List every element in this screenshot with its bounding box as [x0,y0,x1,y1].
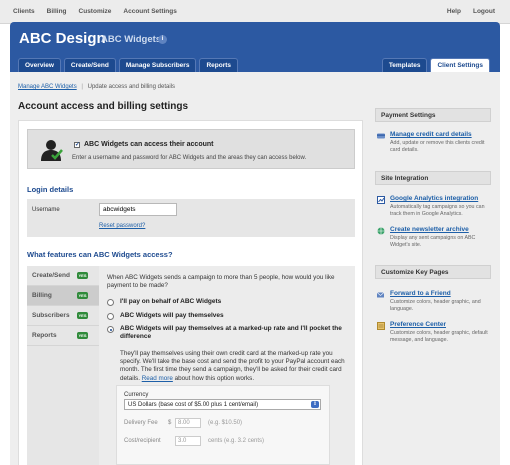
option-pay-on-behalf: I'll pay on behalf of ABC Widgets [120,298,222,305]
access-description: Enter a username and password for ABC Wi… [72,155,307,161]
analytics-icon [377,196,385,204]
top-nav: Clients Billing Customize Account Settin… [13,8,177,15]
forward-friend-link[interactable]: Forward to a Friend [390,290,451,297]
currency-box: Currency US Dollars (base cost of $5.00 … [116,385,330,465]
currency-select[interactable]: US Dollars (base cost of $5.00 plus 1 ce… [124,399,321,410]
delivery-fee-input[interactable]: 8.00 [175,418,201,428]
credit-card-icon [377,133,385,139]
topnav-account-settings[interactable]: Account Settings [123,8,176,15]
preferences-icon [377,322,385,330]
tab-overview[interactable]: Overview [18,58,61,72]
site-integration-header: Site Integration [375,171,491,185]
radio-pay-themselves[interactable] [107,313,114,320]
payment-settings-header: Payment Settings [375,108,491,122]
login-box: Username Reset password? [27,199,355,237]
reset-password-link[interactable]: Reset password? [99,223,145,229]
billing-explanation: They'll pay themselves using their own c… [120,350,345,383]
main-panel: ✓ ABC Widgets can access their account E… [18,120,363,465]
feature-nav-subscribers[interactable]: Subscribers YES [27,306,99,326]
sidebar-item-archive: Create newsletter archive Display any se… [375,226,491,250]
cost-recipient-label: Cost/recipient [124,438,161,444]
cost-recipient-example: cents (e.g. 3.2 cents) [208,438,265,444]
breadcrumb-separator: | [81,84,83,90]
currency-label: Currency [124,392,149,398]
sidebar-item-credit-card: Manage credit card details Add, update o… [375,131,491,155]
username-input[interactable] [99,203,177,216]
radio-marked-up-rate[interactable] [107,326,114,333]
person-icon [41,140,63,161]
tab-reports[interactable]: Reports [199,58,238,72]
forward-icon [377,292,385,298]
feature-nav-label: Reports [32,332,57,339]
feature-nav-reports[interactable]: Reports YES [27,326,99,346]
tab-client-settings[interactable]: Client Settings [430,58,490,72]
manage-credit-card-link[interactable]: Manage credit card details [390,131,472,138]
option-marked-up-rate: ABC Widgets will pay themselves at a mar… [120,325,342,340]
feature-nav: Create/Send YES Billing YES Subscribers … [27,266,99,465]
login-details-title: Login details [27,185,74,194]
right-tabs: Templates Client Settings [381,58,490,72]
google-analytics-link[interactable]: Google Analytics integration [390,195,478,202]
main-tabs: Overview Create/Send Manage Subscribers … [18,58,238,72]
top-bar: Clients Billing Customize Account Settin… [0,0,510,24]
yes-badge: YES [77,332,88,339]
sidebar-item-preferences: Preference Center Customize colors, head… [375,321,491,347]
cost-recipient-input[interactable]: 3.0 [175,436,201,446]
logout-link[interactable]: Logout [473,8,495,15]
billing-intro: When ABC Widgets sends a campaign to mor… [107,274,335,290]
sidebar-item-desc: Display any sent campaigns on ABC Widget… [390,235,476,248]
sidebar-item-analytics: Google Analytics integration Automatical… [375,195,491,221]
breadcrumb: Manage ABC Widgets | Update access and b… [18,84,175,90]
breadcrumb-current: Update access and billing details [87,84,175,90]
access-label: ABC Widgets can access their account [84,141,214,148]
topnav-clients[interactable]: Clients [13,8,35,15]
access-box: ✓ ABC Widgets can access their account E… [27,129,355,169]
right-sidebar: Payment Settings Manage credit card deta… [375,108,491,465]
currency-symbol: $ [168,420,172,426]
delivery-fee-example: (e.g. $10.50) [208,420,243,426]
radio-pay-on-behalf[interactable] [107,299,114,306]
help-link[interactable]: Help [447,8,461,15]
select-arrows-icon: ⇕ [311,401,319,408]
feature-nav-label: Subscribers [32,312,70,319]
option-pay-themselves: ABC Widgets will pay themselves [120,312,224,319]
sidebar-item-desc: Customize colors, header graphic, defaul… [390,330,488,343]
top-right-nav: Help Logout [447,8,495,15]
yes-badge: YES [77,272,88,279]
tab-templates[interactable]: Templates [381,58,428,72]
breadcrumb-link[interactable]: Manage ABC Widgets [18,84,77,90]
info-icon[interactable]: i [158,35,167,44]
feature-nav-label: Create/Send [32,272,70,279]
feature-nav-label: Billing [32,292,52,299]
brand-title: ABC Design [19,30,106,47]
sidebar-item-desc: Customize colors, header graphic, and la… [390,299,481,312]
tab-manage-subscribers[interactable]: Manage Subscribers [118,58,197,72]
delivery-fee-label: Delivery Fee [124,420,158,426]
access-checkbox[interactable]: ✓ [74,142,80,148]
features-title: What features can ABC Widgets access? [27,250,173,259]
customize-pages-header: Customize Key Pages [375,265,491,279]
topnav-billing[interactable]: Billing [47,8,67,15]
newsletter-archive-link[interactable]: Create newsletter archive [390,226,469,233]
feature-nav-create-send[interactable]: Create/Send YES [27,266,99,286]
sidebar-item-forward: Forward to a Friend Customize colors, he… [375,290,491,314]
explanation-tail: about how this option works. [174,374,255,382]
tab-create-send[interactable]: Create/Send [63,58,116,72]
client-name: ABC Widgets [101,34,162,45]
sidebar-item-desc: Automatically tag campaigns so you can t… [390,204,485,217]
preference-center-link[interactable]: Preference Center [390,321,446,328]
yes-badge: YES [77,292,88,299]
yes-badge: YES [77,312,88,319]
page-title: Account access and billing settings [18,101,189,112]
feature-nav-billing[interactable]: Billing YES [27,286,99,306]
app-header: ABC Design ABC Widgets i Overview Create… [10,22,500,72]
read-more-link[interactable]: Read more [142,375,173,382]
topnav-customize[interactable]: Customize [79,8,112,15]
currency-value: US Dollars (base cost of $5.00 plus 1 ce… [128,402,259,408]
globe-icon [377,227,385,235]
username-label: Username [32,207,60,213]
sidebar-item-desc: Add, update or remove this clients credi… [390,140,485,153]
